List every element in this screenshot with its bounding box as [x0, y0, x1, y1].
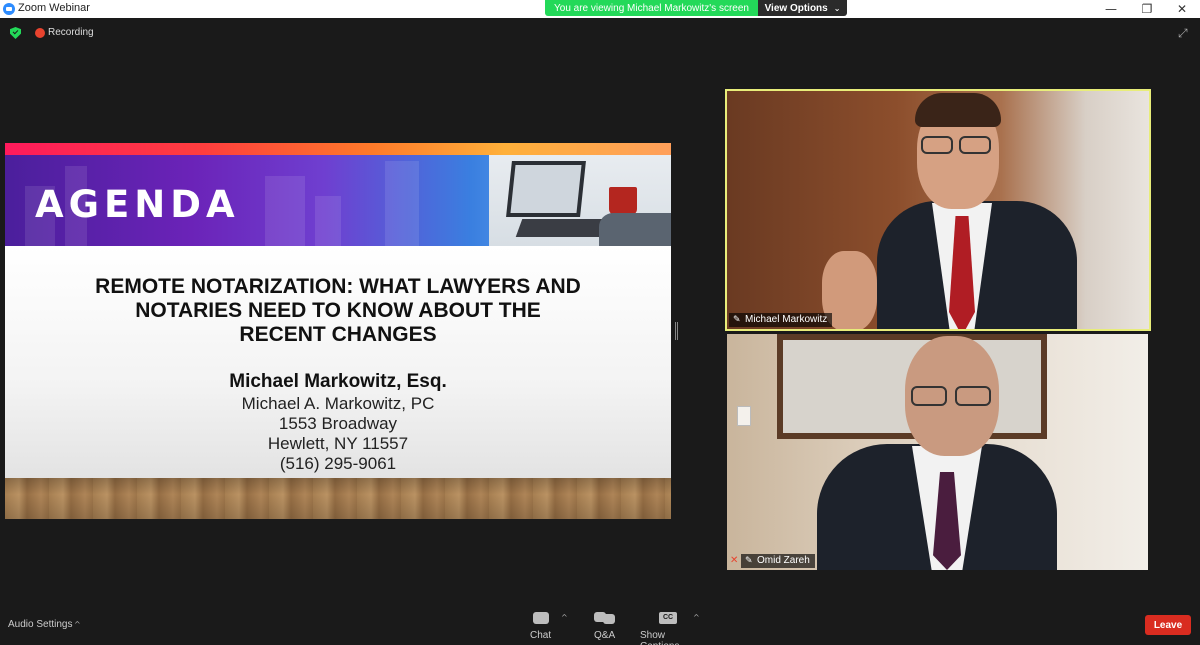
minimize-icon: — — [1105, 2, 1117, 16]
laptop-keyboard — [515, 219, 611, 237]
viewing-screen-label: You are viewing Michael Markowitz's scre… — [545, 0, 758, 16]
chat-label: Chat — [530, 630, 552, 641]
zoom-webinar-window: Zoom Webinar — ❐ ✕ You are viewing Micha… — [0, 0, 1200, 645]
fullscreen-icon[interactable]: ⤢ — [1178, 27, 1190, 39]
close-icon: ✕ — [1176, 2, 1188, 16]
presenter-name: Michael Markowitz, Esq. — [229, 371, 447, 392]
view-options-button[interactable]: View Options ⌄ — [758, 0, 847, 16]
recording-icon — [35, 28, 45, 38]
qa-label: Q&A — [594, 630, 616, 641]
city-building — [265, 176, 305, 246]
city-building — [385, 161, 419, 246]
closed-captions-icon: CC — [659, 612, 677, 624]
audio-settings-label: Audio Settings — [8, 619, 73, 630]
sweater-sleeve — [599, 213, 671, 246]
show-captions-label: Show Captions — [640, 630, 679, 645]
laptop-screen — [506, 161, 586, 217]
mic-off-icon: ✕ — [730, 555, 739, 566]
slide-title-line: NOTARIES NEED TO KNOW ABOUT THE — [135, 299, 541, 322]
wood-floor — [5, 478, 671, 519]
view-options-label: View Options — [764, 2, 828, 14]
qa-icon-back — [603, 614, 615, 624]
recording-label: Recording — [48, 27, 94, 38]
screen-share-banner: You are viewing Michael Markowitz's scre… — [545, 0, 847, 16]
pin-icon: ✎ — [745, 556, 753, 566]
qa-button[interactable]: Q&A — [590, 608, 622, 642]
leave-button[interactable]: Leave — [1145, 615, 1191, 635]
slide-title-line: REMOTE NOTARIZATION: WHAT LAWYERS AND — [95, 275, 581, 298]
video-tile-active-speaker[interactable]: ✎ Michael Markowitz — [725, 89, 1151, 331]
presenter-firm: Michael A. Markowitz, PC — [241, 394, 435, 413]
chevron-up-icon: ^ — [74, 620, 81, 629]
light-switch — [737, 406, 751, 426]
slide-title-line: RECENT CHANGES — [239, 323, 437, 346]
agenda-heading: AGENDA — [35, 183, 240, 226]
split-view-handle[interactable] — [675, 322, 678, 340]
zoom-logo-icon — [3, 3, 15, 15]
slide-body: REMOTE NOTARIZATION: WHAT LAWYERS AND NO… — [5, 246, 671, 478]
restore-button[interactable]: ❐ — [1129, 0, 1165, 18]
speaker-glasses — [959, 136, 991, 154]
participant-name-tag: ✎ Michael Markowitz — [729, 313, 833, 327]
close-button[interactable]: ✕ — [1164, 0, 1200, 18]
restore-icon: ❐ — [1141, 2, 1153, 16]
window-title: Zoom Webinar — [18, 2, 90, 14]
speaker-glasses — [921, 136, 953, 154]
shield-check-icon[interactable] — [10, 27, 21, 39]
participant-name: Omid Zareh — [757, 555, 810, 566]
phone-number: (516) 295-9061 — [279, 454, 397, 473]
laptop-photo — [489, 155, 671, 246]
participant-glasses — [955, 386, 991, 406]
chat-icon — [533, 612, 549, 624]
slide-title: REMOTE NOTARIZATION: WHAT LAWYERS AND NO… — [45, 275, 631, 347]
shared-screen-slide: AGENDA REMOTE NOTARIZATION: WHAT LAWYERS… — [5, 143, 671, 519]
chat-button[interactable]: Chat — [525, 608, 557, 642]
slide-color-stripe — [5, 143, 671, 155]
slide-header-banner: AGENDA — [5, 143, 671, 246]
minimize-button[interactable]: — — [1093, 0, 1129, 18]
video-tile-participant[interactable]: ✕ ✎ Omid Zareh — [727, 334, 1148, 570]
speaker-hair — [915, 93, 1001, 127]
address-line-1: 1553 Broadway — [278, 414, 398, 433]
address-line-2: Hewlett, NY 11557 — [267, 434, 409, 453]
participant-name-tag: ✎ Omid Zareh — [741, 554, 815, 568]
audio-settings-button[interactable]: Audio Settings ^ — [8, 619, 88, 633]
city-building — [315, 196, 341, 246]
participant-name: Michael Markowitz — [745, 314, 828, 325]
captions-options-caret[interactable]: ^ — [693, 613, 700, 622]
chat-options-caret[interactable]: ^ — [561, 613, 568, 622]
pin-icon: ✎ — [733, 315, 741, 325]
coffee-mug — [609, 187, 637, 215]
chevron-down-icon: ⌄ — [833, 3, 841, 13]
participant-glasses — [911, 386, 947, 406]
